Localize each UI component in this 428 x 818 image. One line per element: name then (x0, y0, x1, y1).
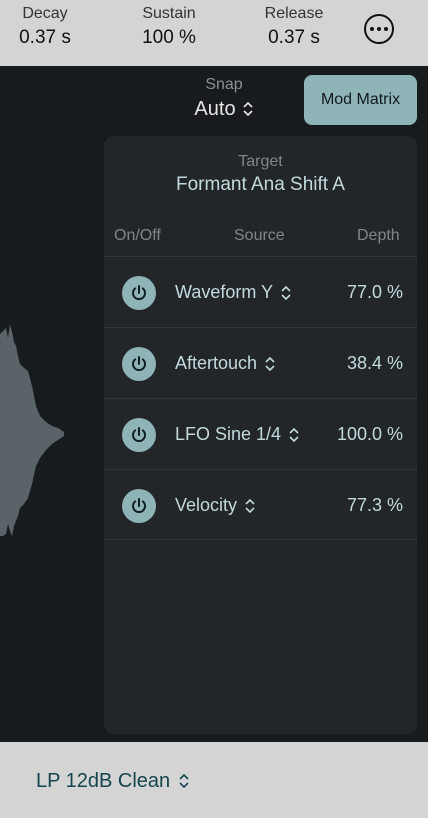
mod-matrix-panel: Target Formant Ana Shift A On/Off Source… (104, 136, 417, 734)
decay-value[interactable]: 0.37 s (0, 24, 90, 52)
chevron-up-down-icon (265, 356, 275, 371)
release-control[interactable]: Release 0.37 s (249, 4, 339, 52)
depth-value[interactable]: 77.3 % (347, 470, 403, 541)
sustain-control[interactable]: Sustain 100 % (124, 4, 214, 52)
mod-matrix-button[interactable]: Mod Matrix (304, 75, 417, 125)
main-area: Snap Auto Mod Matrix Target Formant Ana … (0, 66, 428, 742)
ellipsis-dot (384, 27, 388, 31)
column-header-depth: Depth (357, 227, 400, 244)
ellipsis-dot (377, 27, 381, 31)
power-toggle-button[interactable] (122, 489, 156, 523)
release-value[interactable]: 0.37 s (249, 24, 339, 52)
power-icon (132, 356, 146, 371)
target-label: Target (238, 153, 283, 170)
source-selector[interactable]: Aftertouch (175, 328, 276, 399)
source-selector[interactable]: LFO Sine 1/4 (175, 399, 300, 470)
source-label: Aftertouch (175, 353, 258, 373)
power-toggle-button[interactable] (122, 276, 156, 310)
mod-rows: Waveform Y 77.0 % Aftertouch 38.4 % LFO … (104, 256, 417, 540)
target-selector[interactable]: Target Formant Ana Shift A (104, 152, 417, 198)
depth-value[interactable]: 38.4 % (347, 328, 403, 399)
filter-bar: LP 12dB Clean (0, 742, 428, 818)
sustain-label: Sustain (142, 5, 196, 22)
filter-type-selector[interactable]: LP 12dB Clean (36, 766, 190, 796)
depth-value[interactable]: 77.0 % (347, 257, 403, 328)
mod-row: LFO Sine 1/4 100.0 % (104, 398, 417, 469)
depth-value[interactable]: 100.0 % (337, 399, 403, 470)
power-toggle-button[interactable] (122, 347, 156, 381)
mod-row: Velocity 77.3 % (104, 469, 417, 540)
source-label: Waveform Y (175, 282, 274, 302)
column-header-onoff: On/Off (114, 227, 161, 244)
source-label: LFO Sine 1/4 (175, 424, 282, 444)
power-icon (132, 285, 146, 300)
target-value[interactable]: Formant Ana Shift A (104, 172, 417, 198)
power-toggle-button[interactable] (122, 418, 156, 452)
chevron-up-down-icon (289, 427, 299, 442)
power-icon (132, 498, 146, 513)
envelope-bar: Decay 0.37 s Sustain 100 % Release 0.37 … (0, 0, 428, 66)
more-options-button[interactable] (364, 14, 394, 44)
ellipsis-circle-icon (370, 27, 374, 31)
snap-value[interactable]: Auto (194, 94, 253, 124)
release-label: Release (264, 5, 324, 22)
mod-row: Aftertouch 38.4 % (104, 327, 417, 398)
sustain-value[interactable]: 100 % (124, 24, 214, 52)
chevron-up-down-icon (245, 498, 255, 513)
source-label: Velocity (175, 495, 238, 515)
mod-row: Waveform Y 77.0 % (104, 256, 417, 327)
source-selector[interactable]: Waveform Y (175, 257, 292, 328)
chevron-up-down-icon (179, 773, 189, 789)
decay-label: Decay (22, 5, 68, 22)
snap-label: Snap (205, 76, 243, 93)
chevron-up-down-icon (243, 101, 253, 117)
source-selector[interactable]: Velocity (175, 470, 256, 541)
chevron-up-down-icon (281, 285, 291, 300)
waveform-display (0, 324, 64, 536)
snap-control[interactable]: Snap Auto (168, 76, 280, 124)
snap-value-text: Auto (194, 98, 236, 120)
decay-control[interactable]: Decay 0.37 s (0, 4, 90, 52)
power-icon (132, 427, 146, 442)
filter-type-label: LP 12dB Clean (36, 770, 171, 792)
column-header-source: Source (234, 227, 285, 244)
